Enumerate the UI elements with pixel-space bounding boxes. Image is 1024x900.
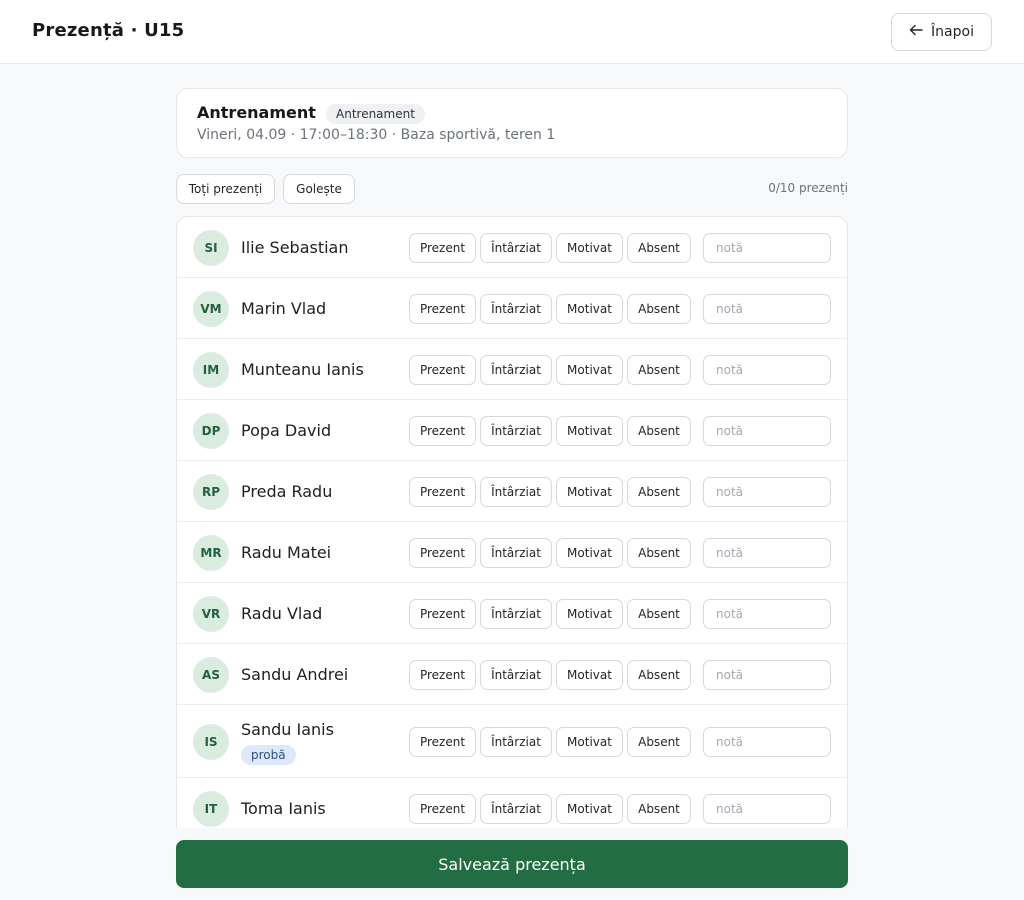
all-present-button[interactable]: Toți prezenți bbox=[176, 174, 275, 204]
player-row: DP Popa David Prezent Întârziat Motivat Absen… bbox=[177, 400, 847, 461]
player-name: Marin Vlad bbox=[241, 298, 327, 318]
avatar: IS bbox=[193, 723, 229, 760]
status-button-absent[interactable]: Absent bbox=[627, 293, 691, 324]
status-button-absent[interactable]: Absent bbox=[627, 793, 691, 824]
present-count: 0/10 prezenți bbox=[768, 181, 848, 195]
session-title: Antrenament bbox=[197, 103, 316, 122]
note-input[interactable] bbox=[703, 293, 831, 324]
status-button-present[interactable]: Prezent bbox=[409, 232, 476, 263]
player-name: Sandu Andrei bbox=[241, 664, 349, 684]
status-button-present[interactable]: Prezent bbox=[409, 793, 476, 824]
status-button-absent[interactable]: Absent bbox=[627, 598, 691, 629]
player-name: Ilie Sebastian bbox=[241, 237, 349, 257]
arrow-left-icon bbox=[909, 23, 923, 41]
status-button-present[interactable]: Prezent bbox=[409, 476, 476, 507]
player-name: Radu Matei bbox=[241, 542, 332, 562]
status-button-excused[interactable]: Motivat bbox=[556, 537, 623, 568]
status-button-present[interactable]: Prezent bbox=[409, 415, 476, 446]
avatar: VM bbox=[193, 290, 229, 327]
avatar: IM bbox=[193, 351, 229, 388]
status-button-excused[interactable]: Motivat bbox=[556, 415, 623, 446]
status-button-excused[interactable]: Motivat bbox=[556, 354, 623, 385]
status-button-absent[interactable]: Absent bbox=[627, 726, 691, 757]
session-type-badge: Antrenament bbox=[326, 104, 425, 124]
avatar: IT bbox=[193, 790, 229, 827]
player-row: SI Ilie Sebastian Prezent Întârziat Motivat A… bbox=[177, 217, 847, 278]
status-button-absent[interactable]: Absent bbox=[627, 354, 691, 385]
status-button-excused[interactable]: Motivat bbox=[556, 659, 623, 690]
status-button-present[interactable]: Prezent bbox=[409, 598, 476, 629]
status-button-present[interactable]: Prezent bbox=[409, 659, 476, 690]
note-input[interactable] bbox=[703, 659, 831, 690]
status-button-absent[interactable]: Absent bbox=[627, 415, 691, 446]
avatar: AS bbox=[193, 656, 229, 693]
status-button-present[interactable]: Prezent bbox=[409, 293, 476, 324]
player-row: IT Toma Ianis Prezent Întârziat Motivat Absen… bbox=[177, 778, 847, 828]
avatar: VR bbox=[193, 595, 229, 632]
player-row: AS Sandu Andrei Prezent Întârziat Motivat Abs… bbox=[177, 644, 847, 705]
player-name: Munteanu Ianis bbox=[241, 359, 364, 379]
status-button-excused[interactable]: Motivat bbox=[556, 726, 623, 757]
status-button-present[interactable]: Prezent bbox=[409, 726, 476, 757]
page-title: Prezență · U15 bbox=[32, 20, 185, 41]
player-row: IM Munteanu Ianis Prezent Întârziat Motivat A… bbox=[177, 339, 847, 400]
player-row: RP Preda Radu Prezent Întârziat Motivat Absen… bbox=[177, 461, 847, 522]
status-button-excused[interactable]: Motivat bbox=[556, 598, 623, 629]
top-bar: Prezență · U15 Înapoi bbox=[0, 0, 1024, 64]
status-button-excused[interactable]: Motivat bbox=[556, 793, 623, 824]
status-button-late[interactable]: Întârziat bbox=[480, 659, 552, 690]
status-button-late[interactable]: Întârziat bbox=[480, 598, 552, 629]
note-input[interactable] bbox=[703, 793, 831, 824]
note-input[interactable] bbox=[703, 726, 831, 757]
attendance-list: SI Ilie Sebastian Prezent Întârziat Motivat A… bbox=[176, 216, 848, 828]
note-input[interactable] bbox=[703, 537, 831, 568]
player-name: Radu Vlad bbox=[241, 603, 323, 623]
player-name: Toma Ianis bbox=[241, 798, 326, 818]
status-button-absent[interactable]: Absent bbox=[627, 537, 691, 568]
session-card: Antrenament Antrenament Vineri, 04.09 · … bbox=[176, 88, 848, 158]
status-button-absent[interactable]: Absent bbox=[627, 232, 691, 263]
status-button-late[interactable]: Întârziat bbox=[480, 293, 552, 324]
player-name: Sandu Ianis bbox=[241, 719, 334, 739]
status-button-present[interactable]: Prezent bbox=[409, 354, 476, 385]
status-button-excused[interactable]: Motivat bbox=[556, 293, 623, 324]
player-name: Preda Radu bbox=[241, 481, 333, 501]
avatar: DP bbox=[193, 412, 229, 449]
player-row: MR Radu Matei Prezent Întârziat Motivat Absen… bbox=[177, 522, 847, 583]
note-input[interactable] bbox=[703, 354, 831, 385]
trial-badge: probă bbox=[241, 744, 296, 765]
clear-button[interactable]: Golește bbox=[283, 174, 355, 204]
status-button-late[interactable]: Întârziat bbox=[480, 726, 552, 757]
back-button-label: Înapoi bbox=[931, 24, 974, 40]
back-button[interactable]: Înapoi bbox=[891, 13, 992, 51]
status-button-late[interactable]: Întârziat bbox=[480, 415, 552, 446]
note-input[interactable] bbox=[703, 415, 831, 446]
player-row: VM Marin Vlad Prezent Întârziat Motivat Absen… bbox=[177, 278, 847, 339]
save-attendance-button[interactable]: Salvează prezența bbox=[176, 840, 848, 888]
player-name: Popa David bbox=[241, 420, 332, 440]
status-button-excused[interactable]: Motivat bbox=[556, 232, 623, 263]
session-details: Vineri, 04.09 · 17:00–18:30 · Baza sport… bbox=[197, 127, 556, 143]
status-button-present[interactable]: Prezent bbox=[409, 537, 476, 568]
status-button-excused[interactable]: Motivat bbox=[556, 476, 623, 507]
player-row: IS Sandu Ianis probă Prezent Întârziat Motiva… bbox=[177, 705, 847, 778]
note-input[interactable] bbox=[703, 476, 831, 507]
status-button-late[interactable]: Întârziat bbox=[480, 354, 552, 385]
status-button-late[interactable]: Întârziat bbox=[480, 793, 552, 824]
note-input[interactable] bbox=[703, 232, 831, 263]
status-button-late[interactable]: Întârziat bbox=[480, 232, 552, 263]
status-button-absent[interactable]: Absent bbox=[627, 476, 691, 507]
status-button-late[interactable]: Întârziat bbox=[480, 476, 552, 507]
avatar: MR bbox=[193, 534, 229, 571]
avatar: SI bbox=[193, 229, 229, 266]
avatar: RP bbox=[193, 473, 229, 510]
note-input[interactable] bbox=[703, 598, 831, 629]
status-button-absent[interactable]: Absent bbox=[627, 659, 691, 690]
player-row: VR Radu Vlad Prezent Întârziat Motivat Absent bbox=[177, 583, 847, 644]
status-button-late[interactable]: Întârziat bbox=[480, 537, 552, 568]
